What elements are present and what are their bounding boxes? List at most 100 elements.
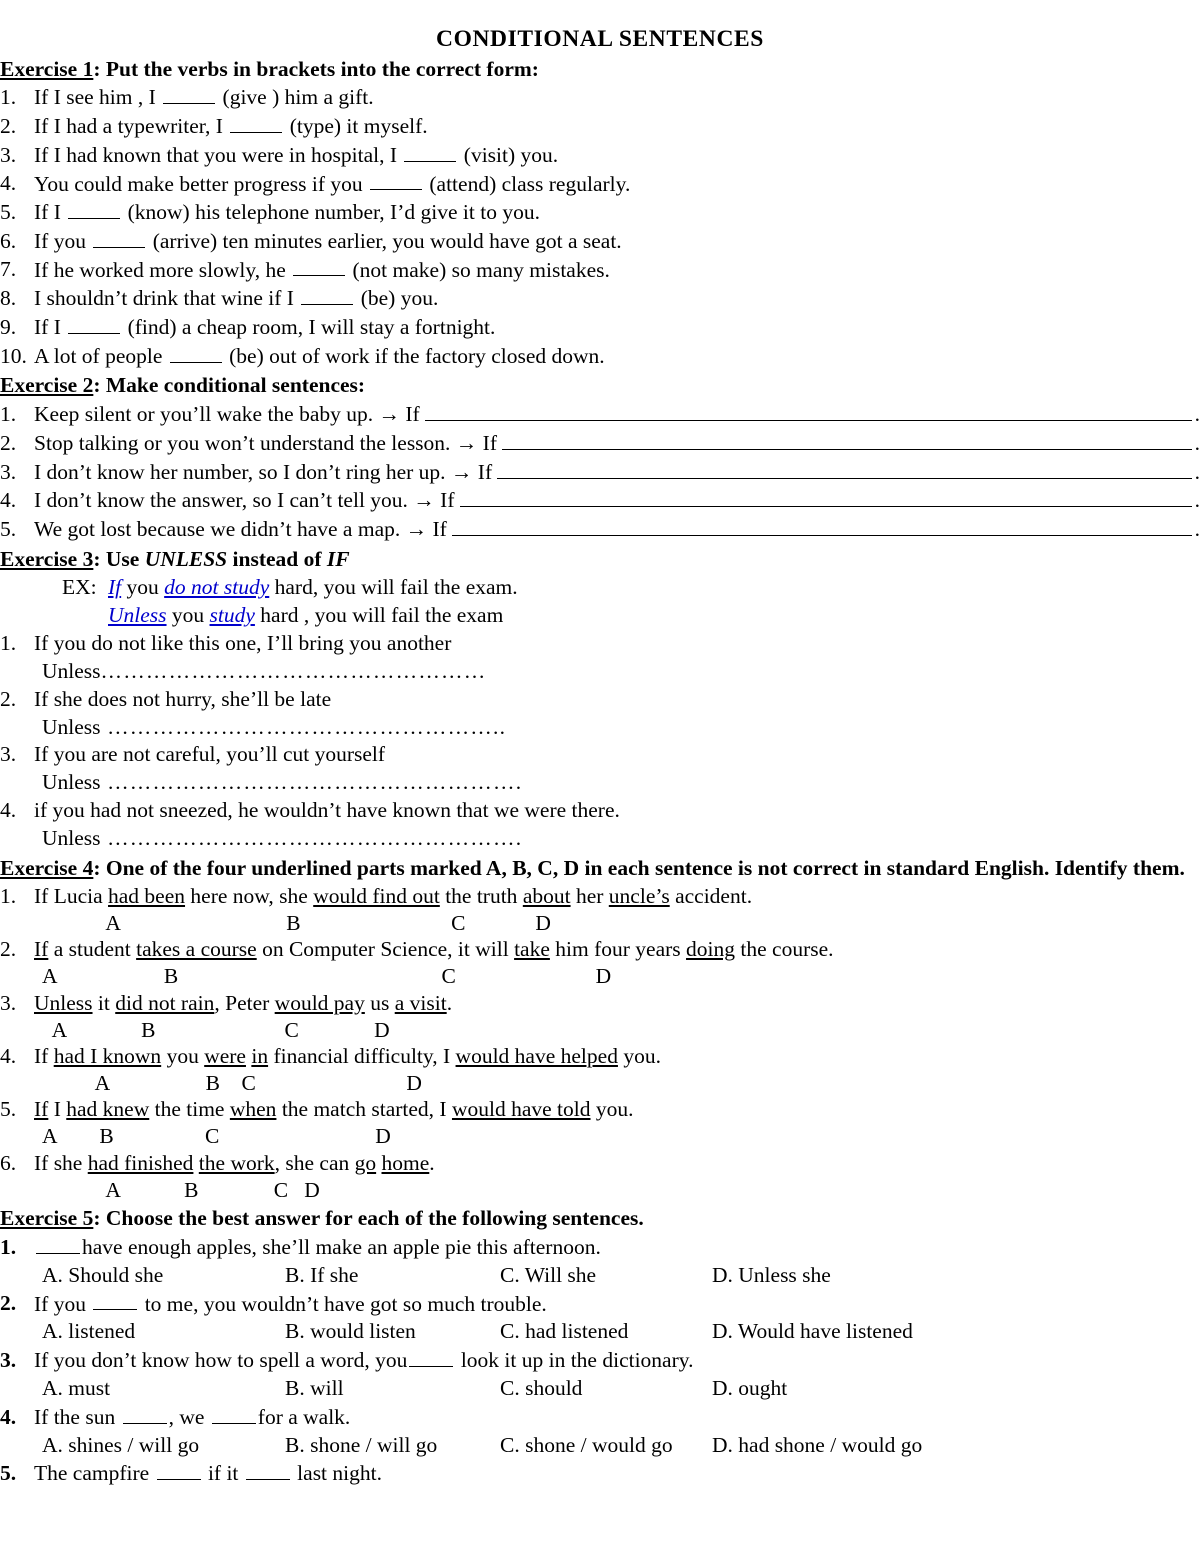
answer-rule[interactable] — [497, 458, 1192, 479]
option-a[interactable]: A. shines / will go — [42, 1432, 285, 1460]
item-number: 2. — [0, 430, 17, 455]
underlined-part[interactable]: doing — [686, 937, 735, 961]
item-text: if you had not sneezed, he wouldn’t have… — [34, 798, 620, 823]
underlined-part[interactable]: in — [251, 1044, 268, 1068]
list-item: 2. If I had a typewriter, I (type) it mys… — [0, 112, 1200, 141]
answer-rule[interactable] — [451, 515, 1192, 536]
answer-blank[interactable] — [370, 170, 422, 191]
list-item: 1. If I see him , I (give ) him a gift. — [0, 83, 1200, 112]
underlined-part[interactable]: take — [514, 937, 550, 961]
option-a[interactable]: A. must — [42, 1375, 285, 1403]
option-b[interactable]: B. will — [285, 1375, 500, 1403]
underlined-part[interactable]: home — [382, 1151, 430, 1175]
answer-blank[interactable] — [409, 1346, 454, 1367]
answer-blank[interactable] — [93, 227, 146, 248]
underlined-part[interactable]: If — [34, 937, 48, 961]
underlined-part[interactable]: would pay — [275, 991, 365, 1015]
answer-line: Unless…………………………………………… — [0, 658, 1200, 686]
underlined-part[interactable]: had finished — [88, 1151, 194, 1175]
option-d[interactable]: D. Would have listened — [712, 1318, 913, 1346]
answer-blank[interactable] — [163, 83, 216, 105]
underlined-part[interactable]: had I known — [54, 1044, 161, 1068]
plain-part: a student — [48, 937, 137, 962]
exercise-3-em-unless: UNLESS — [144, 546, 228, 571]
underlined-part[interactable]: the work — [199, 1151, 275, 1175]
answer-rule[interactable] — [424, 400, 1192, 422]
option-a[interactable]: A. listened — [42, 1318, 285, 1346]
list-item: 5. If I had knew the time when the match … — [0, 1096, 1200, 1124]
answer-rule[interactable] — [459, 487, 1192, 508]
plain-part: If — [34, 1044, 54, 1069]
underlined-part[interactable]: If — [34, 1097, 48, 1121]
plain-part: her — [570, 884, 609, 909]
plain-part: , she can — [274, 1150, 355, 1175]
item-number: 9. — [0, 314, 17, 339]
answer-blank[interactable] — [211, 1403, 256, 1424]
option-c[interactable]: C. shone / would go — [500, 1432, 712, 1460]
list-item: 5. The campfire if it last night. — [0, 1459, 1200, 1488]
item-text-after: (find) a cheap room, I will stay a fortn… — [122, 314, 496, 339]
option-b[interactable]: B. shone / will go — [285, 1432, 500, 1460]
underlined-part[interactable]: when — [230, 1097, 277, 1121]
item-period: . — [1194, 459, 1200, 484]
underlined-part[interactable]: had been — [108, 884, 185, 908]
answer-blank[interactable] — [245, 1459, 290, 1481]
item-text: If you are not careful, you’ll cut yours… — [34, 742, 386, 767]
item-number: 4. — [0, 488, 17, 513]
plain-part: financial difficulty, I — [268, 1044, 456, 1069]
option-b[interactable]: B. would listen — [285, 1318, 500, 1346]
exercise-3-label: Exercise 3 — [0, 546, 94, 571]
underlined-part[interactable]: about — [523, 884, 571, 908]
answer-options: A. Should she B. If she C. Will she D. Unle… — [0, 1262, 1200, 1290]
answer-blank[interactable] — [404, 141, 457, 162]
answer-rule[interactable] — [502, 429, 1192, 450]
answer-blank[interactable] — [122, 1403, 167, 1424]
answer-blank[interactable] — [36, 1233, 80, 1254]
item-text-before: The campfire — [34, 1461, 155, 1486]
option-d[interactable]: D. Unless she — [712, 1262, 831, 1290]
answer-blank[interactable] — [230, 112, 283, 133]
exercise-2-label: Exercise 2 — [0, 373, 94, 398]
underlined-part[interactable]: uncle’s — [609, 884, 670, 908]
answer-dotted-blank[interactable]: ………………………………………………. — [101, 770, 523, 794]
item-number: 1. — [0, 1234, 17, 1259]
list-item: 3. If I had known that you were in hospit… — [0, 141, 1200, 170]
underlined-part[interactable]: go — [355, 1151, 377, 1175]
underlined-part[interactable]: would have helped — [456, 1044, 618, 1068]
plain-part: the match started, I — [276, 1097, 452, 1122]
option-c[interactable]: C. had listened — [500, 1318, 712, 1346]
answer-blank[interactable] — [68, 313, 121, 334]
answer-blank[interactable] — [93, 1290, 138, 1311]
item-text-before: You could make better progress if you — [34, 171, 368, 196]
answer-blank[interactable] — [169, 342, 222, 363]
option-b[interactable]: B. If she — [285, 1262, 500, 1290]
option-d[interactable]: D. ought — [712, 1375, 787, 1403]
answer-blank[interactable] — [156, 1459, 201, 1481]
example-1-text-2: hard, you will fail the exam. — [269, 574, 518, 599]
underlined-part[interactable]: had knew — [66, 1097, 149, 1121]
answer-line: Unless …………………………………………….. — [0, 714, 1200, 742]
answer-blank[interactable] — [301, 284, 354, 306]
option-d[interactable]: D. had shone / would go — [712, 1432, 922, 1460]
option-c[interactable]: C. Will she — [500, 1262, 712, 1290]
answer-blank[interactable] — [68, 198, 121, 220]
option-c[interactable]: C. should — [500, 1375, 712, 1403]
underlined-part[interactable]: were — [204, 1044, 246, 1068]
exercise-3-heading-text: : Use — [93, 546, 145, 571]
underlined-part[interactable]: did not rain — [115, 991, 214, 1015]
answer-dotted-blank[interactable]: ………………………………………………. — [101, 826, 523, 850]
underlined-part[interactable]: a visit — [395, 991, 447, 1015]
underlined-part[interactable]: Unless — [34, 991, 93, 1015]
list-item: 4. If the sun , we for a walk. — [0, 1403, 1200, 1432]
item-number: 4. — [0, 1404, 17, 1429]
item-text-after: last night. — [291, 1461, 382, 1486]
answer-dotted-blank[interactable]: …………………………………………….. — [101, 715, 507, 739]
answer-blank[interactable] — [293, 256, 346, 277]
underlined-part[interactable]: takes a course — [136, 937, 257, 961]
underlined-part[interactable]: would find out — [313, 884, 440, 908]
exercise-1-heading: Exercise 1: Put the verbs in brackets in… — [0, 56, 1200, 84]
answer-dotted-blank[interactable]: …………………………………………… — [101, 659, 487, 683]
item-text: Keep silent or you’ll wake the baby up. … — [34, 402, 420, 427]
option-a[interactable]: A. Should she — [42, 1262, 285, 1290]
underlined-part[interactable]: would have told — [452, 1097, 591, 1121]
